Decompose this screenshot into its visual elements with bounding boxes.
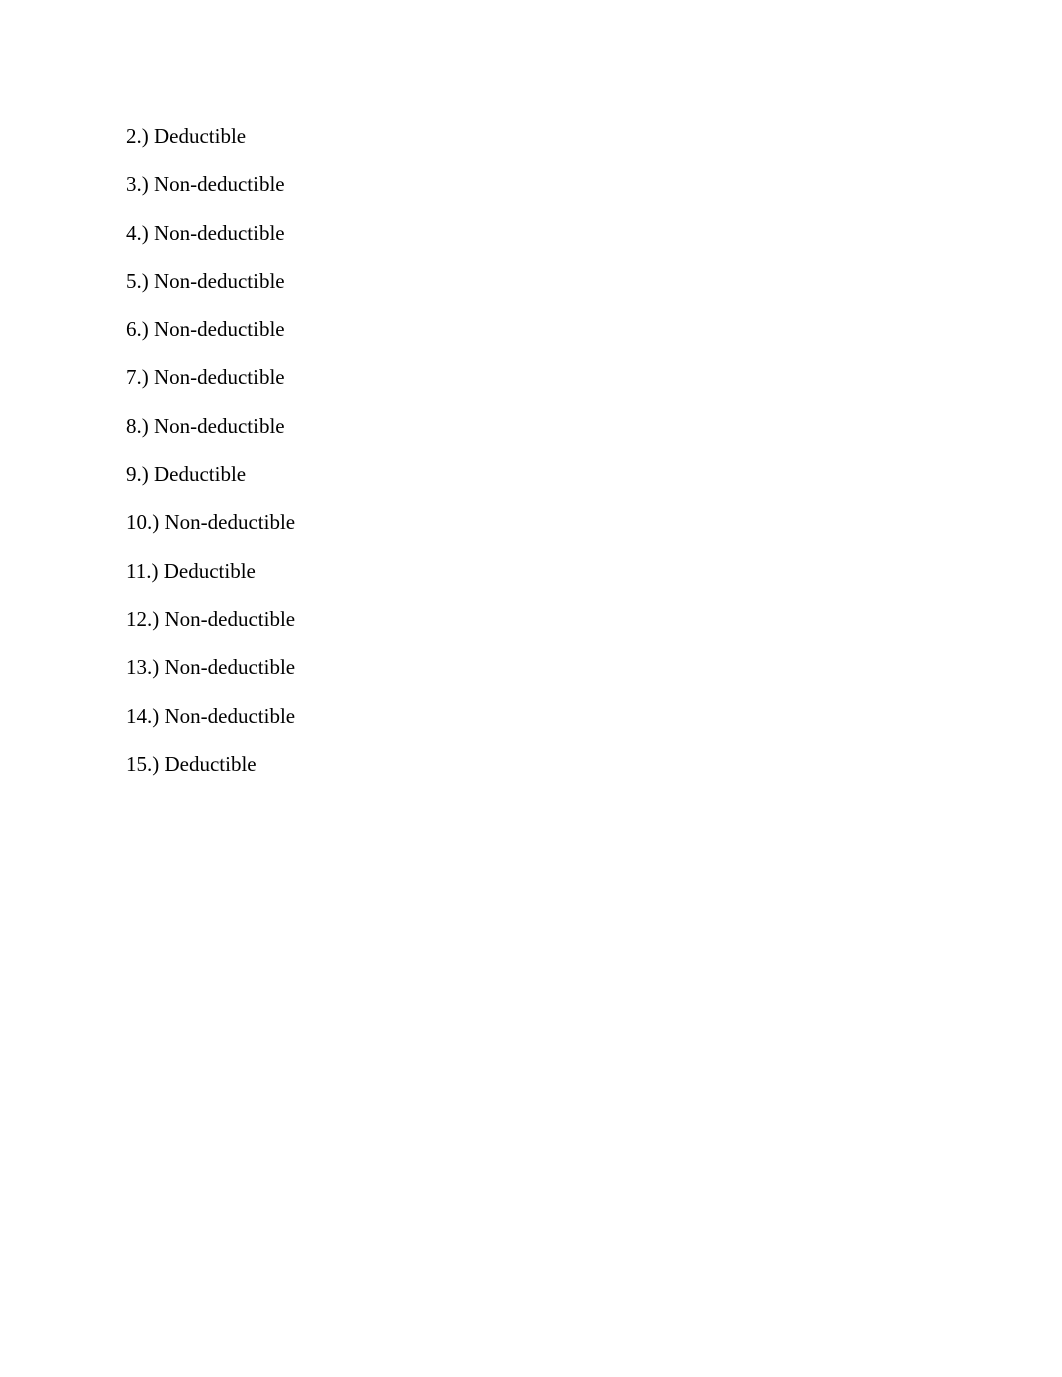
item-number: 9.)	[126, 462, 149, 487]
list-item: 6.) Non-deductible	[126, 315, 295, 363]
item-answer: Non-deductible	[154, 317, 285, 342]
list-item: 13.) Non-deductible	[126, 653, 295, 701]
item-answer: Non-deductible	[154, 220, 285, 245]
list-item: 14.) Non-deductible	[126, 702, 295, 750]
item-answer: Non-deductible	[154, 268, 285, 293]
item-number: 6.)	[126, 317, 149, 342]
item-answer: Non-deductible	[154, 413, 285, 438]
item-answer: Deductible	[163, 558, 256, 583]
list-item: 8.) Non-deductible	[126, 412, 295, 460]
item-number: 12.)	[126, 606, 160, 631]
list-item: 2.) Deductible	[126, 122, 295, 170]
item-number: 5.)	[126, 268, 149, 293]
list-item: 9.) Deductible	[126, 460, 295, 508]
list-item: 12.) Non-deductible	[126, 605, 295, 653]
item-answer: Non-deductible	[164, 655, 296, 680]
list-item: 7.) Non-deductible	[126, 363, 295, 411]
list-item: 4.) Non-deductible	[126, 219, 295, 267]
item-answer: Deductible	[154, 124, 247, 148]
document-page: 2.) Deductible 3.) Non-deductible 4.) No…	[0, 0, 1062, 1377]
item-number: 11.)	[126, 558, 159, 583]
item-number: 8.)	[126, 413, 149, 438]
list-item: 5.) Non-deductible	[126, 267, 295, 315]
item-number: 4.)	[126, 220, 149, 245]
item-number: 10.)	[126, 510, 160, 535]
item-number: 3.)	[126, 172, 149, 197]
item-answer: Non-deductible	[154, 172, 285, 197]
item-number: 15.)	[126, 751, 160, 776]
list-item: 10.) Non-deductible	[126, 508, 295, 556]
item-answer: Non-deductible	[164, 606, 296, 631]
item-number: 2.)	[126, 124, 149, 148]
item-answer: Deductible	[154, 462, 247, 487]
item-number: 7.)	[126, 365, 149, 390]
item-number: 13.)	[126, 655, 160, 680]
answer-list: 2.) Deductible 3.) Non-deductible 4.) No…	[126, 122, 295, 798]
item-answer: Non-deductible	[154, 365, 285, 390]
item-answer: Non-deductible	[164, 510, 296, 535]
item-answer: Non-deductible	[164, 703, 296, 728]
list-item: 3.) Non-deductible	[126, 170, 295, 218]
item-number: 14.)	[126, 703, 160, 728]
list-item: 15.) Deductible	[126, 750, 295, 798]
item-answer: Deductible	[164, 751, 257, 776]
list-item: 11.) Deductible	[126, 557, 295, 605]
